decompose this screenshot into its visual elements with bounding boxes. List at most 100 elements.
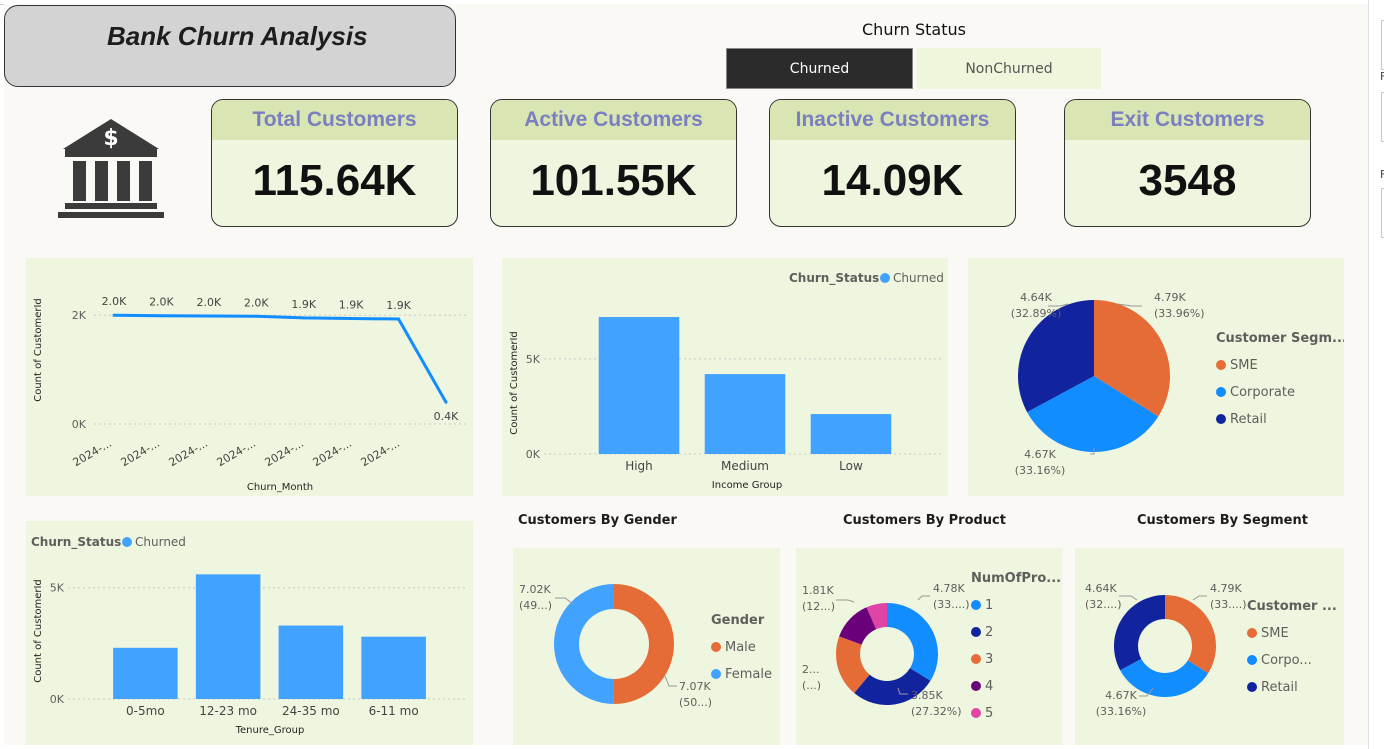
data-label: 4.64K (1085, 582, 1117, 595)
bar-low (810, 414, 892, 454)
data-label: (32....) (1085, 598, 1122, 611)
legend-item: Corporate (1230, 385, 1295, 400)
legend-item: 2 (985, 625, 993, 640)
bar-high (598, 317, 680, 454)
data-label: (12...) (802, 600, 835, 613)
legend-item: Male (725, 640, 756, 655)
slice-female (553, 584, 614, 704)
income-group-bar-chart[interactable]: 5K 0K High Medium Low Income Group Count of Cu… (502, 258, 948, 496)
data-label: 1.9K (291, 298, 316, 311)
slicer-option-nonchurned[interactable]: NonChurned (917, 48, 1101, 89)
legend-item: Retail (1261, 680, 1298, 695)
data-label: 7.02K (519, 583, 551, 596)
y-tick-label: 0K (526, 448, 541, 461)
x-tick-label: 2024-... (215, 437, 258, 469)
churn-month-line-chart[interactable]: 2K 0K 2.0K 2.0K 2.0K 2.0K 1.9K 1.9K 1.9K 0.4K 2024… (26, 258, 473, 496)
data-label: (49...) (519, 599, 552, 612)
x-tick-label: 24-35 mo (282, 704, 340, 718)
legend-marker (711, 669, 721, 679)
data-label: 1.81K (802, 584, 834, 597)
legend-marker (971, 600, 981, 610)
segment-donut-svg: 4.79K (33....) 4.67K (33.16%) 4.64K (32....) C… (1085, 582, 1337, 718)
tenure-bar-svg: 5K 0K 0-5mo 12-23 mo 24-35 mo 6-11 mo Tenure_G… (31, 535, 466, 736)
legend-marker (711, 642, 721, 652)
line-point (112, 313, 116, 317)
data-label: 1.9K (339, 298, 364, 311)
x-tick-label: 2024-... (71, 437, 114, 469)
y-tick-label: 0K (72, 418, 87, 431)
kpi-label: Exit Customers (1065, 100, 1310, 140)
legend-marker (1247, 655, 1257, 665)
legend-marker (1216, 360, 1226, 370)
data-label: 2.0K (196, 296, 221, 309)
leader-line (1192, 595, 1207, 601)
data-label: 1.9K (386, 299, 411, 312)
data-label: (27.32%) (911, 705, 962, 718)
data-label: 2.0K (102, 295, 127, 308)
product-chart-title: Customers By Product (843, 513, 1006, 528)
data-label: 7.07K (679, 680, 711, 693)
kpi-card-exit-customers: Exit Customers 3548 (1064, 99, 1311, 227)
bank-icon: $ (58, 119, 164, 218)
x-tick-label: Medium (721, 459, 769, 473)
legend-marker (1216, 387, 1226, 397)
segment-chart-title: Customers By Segment (1137, 513, 1308, 528)
data-label: 4.79K (1154, 291, 1186, 304)
y-tick-label: 5K (526, 353, 541, 366)
x-tick-label: 12-23 mo (199, 704, 257, 718)
data-label: (...) (802, 679, 821, 692)
x-tick-label: 2024-... (119, 437, 162, 469)
slice-1 (887, 603, 938, 681)
line-chart-svg: 2K 0K 2.0K 2.0K 2.0K 2.0K 1.9K 1.9K 1.9K 0.4K 2024… (33, 295, 466, 493)
data-label: 2.0K (149, 296, 174, 309)
gender-donut-chart[interactable]: 7.07K (50...) 7.02K (49...) Gender Male Female (513, 548, 780, 745)
gender-donut-svg: 7.07K (50...) 7.02K (49...) Gender Male Female (519, 583, 772, 709)
x-axis-title: Income Group (712, 480, 782, 491)
leader-line (1119, 595, 1138, 601)
tenure-group-bar-chart[interactable]: 5K 0K 0-5mo 12-23 mo 24-35 mo 6-11 mo Tenure_G… (26, 521, 473, 745)
data-label: 4.67K (1024, 448, 1056, 461)
kpi-value: 3548 (1138, 156, 1237, 205)
x-tick-label: High (625, 459, 653, 473)
kpi-card-inactive-customers: Inactive Customers 14.09K (769, 99, 1016, 227)
data-label: (32.89%) (1011, 307, 1062, 320)
legend-item: SME (1261, 626, 1289, 641)
bar-12-23-mo (195, 574, 261, 699)
line-point (397, 317, 401, 321)
churn-line-series (113, 313, 448, 403)
slicer-option-churned[interactable]: Churned (726, 48, 913, 89)
x-tick-label: 2024-... (311, 437, 354, 469)
income-bar-svg: 5K 0K High Medium Low Income Group Count of Cu… (509, 271, 944, 491)
legend-marker (122, 537, 132, 547)
customer-segment-pie-chart[interactable]: 4.79K (33.96%) 4.67K (33.16%) 4.64K (32.89%) C… (968, 258, 1347, 496)
legend-title: Customer ... (1247, 599, 1337, 614)
legend-item: SME (1230, 358, 1258, 373)
y-tick-label: 2K (72, 309, 87, 322)
legend-marker (1247, 682, 1257, 692)
data-label: 4.78K (933, 582, 965, 595)
x-tick-label: 6-11 mo (369, 704, 419, 718)
product-donut-chart[interactable]: 4.78K (33....) 3.85K (27.32%) 2... (...) 1.81K… (796, 548, 1062, 745)
x-tick-label: 2024-... (263, 437, 306, 469)
bar-medium (704, 374, 786, 454)
kpi-value: 115.64K (252, 156, 417, 205)
line-point (207, 314, 211, 318)
segment-donut-chart[interactable]: 4.79K (33....) 4.67K (33.16%) 4.64K (32....) C… (1075, 548, 1344, 745)
slice-male (613, 584, 674, 704)
panel-label: F (1380, 168, 1384, 181)
line-point (349, 316, 353, 320)
x-tick-label: Low (839, 459, 863, 473)
legend-item: 4 (985, 679, 993, 694)
legend-item: Churned (893, 271, 944, 285)
legend-item: 3 (985, 652, 993, 667)
x-axis-title: Tenure_Group (235, 725, 305, 736)
data-label: (33.16%) (1015, 464, 1066, 477)
data-label: 3.85K (911, 689, 943, 702)
kpi-label: Inactive Customers (770, 100, 1015, 140)
data-label: 4.67K (1105, 689, 1137, 702)
legend-item: Corpo... (1261, 653, 1312, 668)
y-tick-label: 5K (50, 582, 65, 595)
kpi-card-active-customers: Active Customers 101.55K (490, 99, 737, 227)
y-axis-title: Count of CustomerId (33, 579, 44, 683)
legend-marker (880, 273, 890, 283)
